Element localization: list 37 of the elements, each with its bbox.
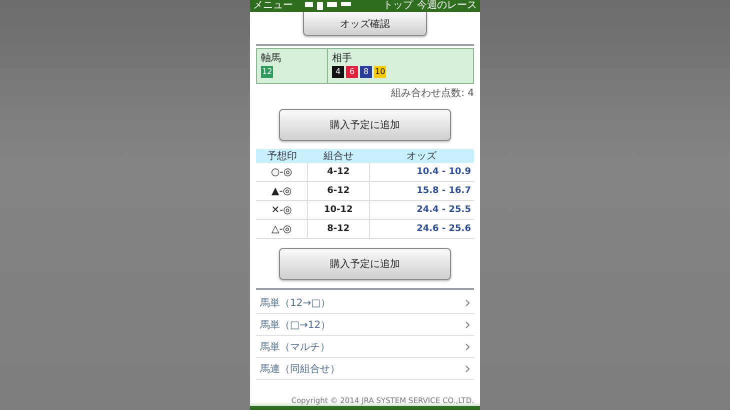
menu-link[interactable]: メニュー	[253, 0, 293, 12]
mark-cell: ○-◎	[256, 163, 308, 182]
chevron-right-icon	[465, 342, 470, 350]
mark-cell: ▲-◎	[256, 182, 308, 200]
combination-count: 組み合わせ点数: 4	[391, 86, 474, 100]
horse-number: 8	[360, 66, 372, 78]
odds-cell: 24.4 - 25.5	[369, 200, 474, 220]
add-to-plan-button[interactable]: 購入予定に追加	[279, 109, 451, 141]
combination-cell: 8-12	[308, 220, 370, 238]
horse-number: 10	[374, 66, 386, 78]
column-header: 組合せ	[308, 149, 370, 163]
combination-cell: 6-12	[308, 182, 370, 200]
chevron-right-icon	[465, 364, 470, 372]
odds-cell: 10.4 - 10.9	[369, 163, 474, 182]
partner-label: 相手	[332, 52, 353, 65]
axis-label: 軸馬	[261, 52, 282, 65]
mark-cell: ✕-◎	[256, 200, 308, 220]
bet-type-link[interactable]: 馬単（マルチ）	[256, 336, 474, 358]
add-to-plan-button[interactable]: 購入予定に追加	[279, 248, 451, 280]
odds-cell: 15.8 - 16.7	[369, 182, 474, 200]
mark-cell: △-◎	[256, 220, 308, 238]
column-header: オッズ	[369, 149, 474, 163]
column-header: 予想印	[256, 149, 308, 163]
chevron-right-icon	[465, 298, 470, 306]
odds-check-button[interactable]: オッズ確認	[303, 12, 427, 36]
bet-type-link[interactable]: 馬単（□→12）	[256, 314, 474, 336]
horse-number: 12	[261, 66, 274, 78]
logo-icon	[303, 2, 353, 10]
horse-number: 4	[332, 66, 344, 78]
combination-cell: 10-12	[308, 200, 370, 220]
nav-link[interactable]: 今週のレース	[417, 0, 477, 12]
bet-type-link[interactable]: 馬単（12→□）	[256, 292, 474, 314]
odds-cell: 24.6 - 25.6	[369, 220, 474, 238]
horse-number: 6	[346, 66, 358, 78]
bet-type-link[interactable]: 馬連（同組合せ）	[256, 358, 474, 380]
combination-cell: 4-12	[308, 163, 370, 182]
chevron-right-icon	[465, 320, 470, 328]
